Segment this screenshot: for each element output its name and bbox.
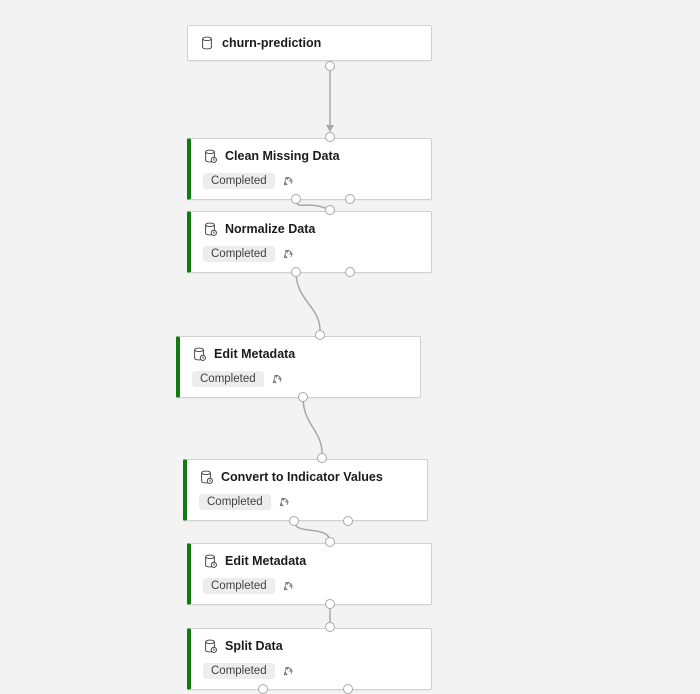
- pipeline-canvas[interactable]: churn-prediction Clean Missing Data Comple…: [0, 0, 700, 691]
- status-badge: Completed: [203, 246, 275, 262]
- node-title: Clean Missing Data: [225, 149, 340, 163]
- node-title: Edit Metadata: [225, 554, 306, 568]
- port-out[interactable]: [325, 599, 335, 609]
- port-in[interactable]: [325, 205, 335, 215]
- node-dataset[interactable]: churn-prediction: [187, 25, 432, 61]
- module-icon: [203, 639, 217, 653]
- port-in[interactable]: [325, 132, 335, 142]
- database-icon: [200, 36, 214, 50]
- status-badge: Completed: [203, 173, 275, 189]
- edge-arrow: [326, 125, 334, 132]
- port-out[interactable]: [343, 516, 353, 526]
- status-badge: Completed: [192, 371, 264, 387]
- node-title: Split Data: [225, 639, 283, 653]
- port-in[interactable]: [317, 453, 327, 463]
- node-status-row: Completed: [191, 578, 431, 604]
- port-out[interactable]: [291, 194, 301, 204]
- node-status-row: Completed: [187, 494, 427, 520]
- port-out[interactable]: [258, 684, 268, 694]
- node-header: Clean Missing Data: [191, 139, 431, 173]
- recycle-icon: [282, 248, 295, 261]
- recycle-icon: [271, 373, 284, 386]
- port-in[interactable]: [325, 622, 335, 632]
- node-title: Convert to Indicator Values: [221, 470, 383, 484]
- recycle-icon: [278, 496, 291, 509]
- node-header: Convert to Indicator Values: [187, 460, 427, 494]
- node-title: Normalize Data: [225, 222, 315, 236]
- port-out[interactable]: [298, 392, 308, 402]
- port-out[interactable]: [291, 267, 301, 277]
- module-icon: [192, 347, 206, 361]
- port-in[interactable]: [325, 537, 335, 547]
- status-badge: Completed: [199, 494, 271, 510]
- port-in[interactable]: [315, 330, 325, 340]
- recycle-icon: [282, 580, 295, 593]
- node-header: churn-prediction: [188, 26, 431, 60]
- module-icon: [199, 470, 213, 484]
- port-out[interactable]: [325, 61, 335, 71]
- recycle-icon: [282, 175, 295, 188]
- node-header: Normalize Data: [191, 212, 431, 246]
- node-status-row: Completed: [191, 246, 431, 272]
- edge: [303, 397, 322, 453]
- edge: [296, 272, 320, 330]
- port-out[interactable]: [289, 516, 299, 526]
- node-title: Edit Metadata: [214, 347, 295, 361]
- node-title: churn-prediction: [222, 36, 321, 50]
- port-out[interactable]: [343, 684, 353, 694]
- module-icon: [203, 222, 217, 236]
- node-header: Split Data: [191, 629, 431, 663]
- node-status-row: Completed: [191, 663, 431, 689]
- module-icon: [203, 554, 217, 568]
- node-header: Edit Metadata: [191, 544, 431, 578]
- node-clean[interactable]: Clean Missing Data Completed: [187, 138, 432, 200]
- node-editmeta1[interactable]: Edit Metadata Completed: [176, 336, 421, 398]
- node-editmeta2[interactable]: Edit Metadata Completed: [187, 543, 432, 605]
- port-out[interactable]: [345, 194, 355, 204]
- status-badge: Completed: [203, 578, 275, 594]
- node-normalize[interactable]: Normalize Data Completed: [187, 211, 432, 273]
- recycle-icon: [282, 665, 295, 678]
- status-badge: Completed: [203, 663, 275, 679]
- node-split[interactable]: Split Data Completed: [187, 628, 432, 690]
- node-convert[interactable]: Convert to Indicator Values Completed: [183, 459, 428, 521]
- port-out[interactable]: [345, 267, 355, 277]
- node-header: Edit Metadata: [180, 337, 420, 371]
- module-icon: [203, 149, 217, 163]
- node-status-row: Completed: [191, 173, 431, 199]
